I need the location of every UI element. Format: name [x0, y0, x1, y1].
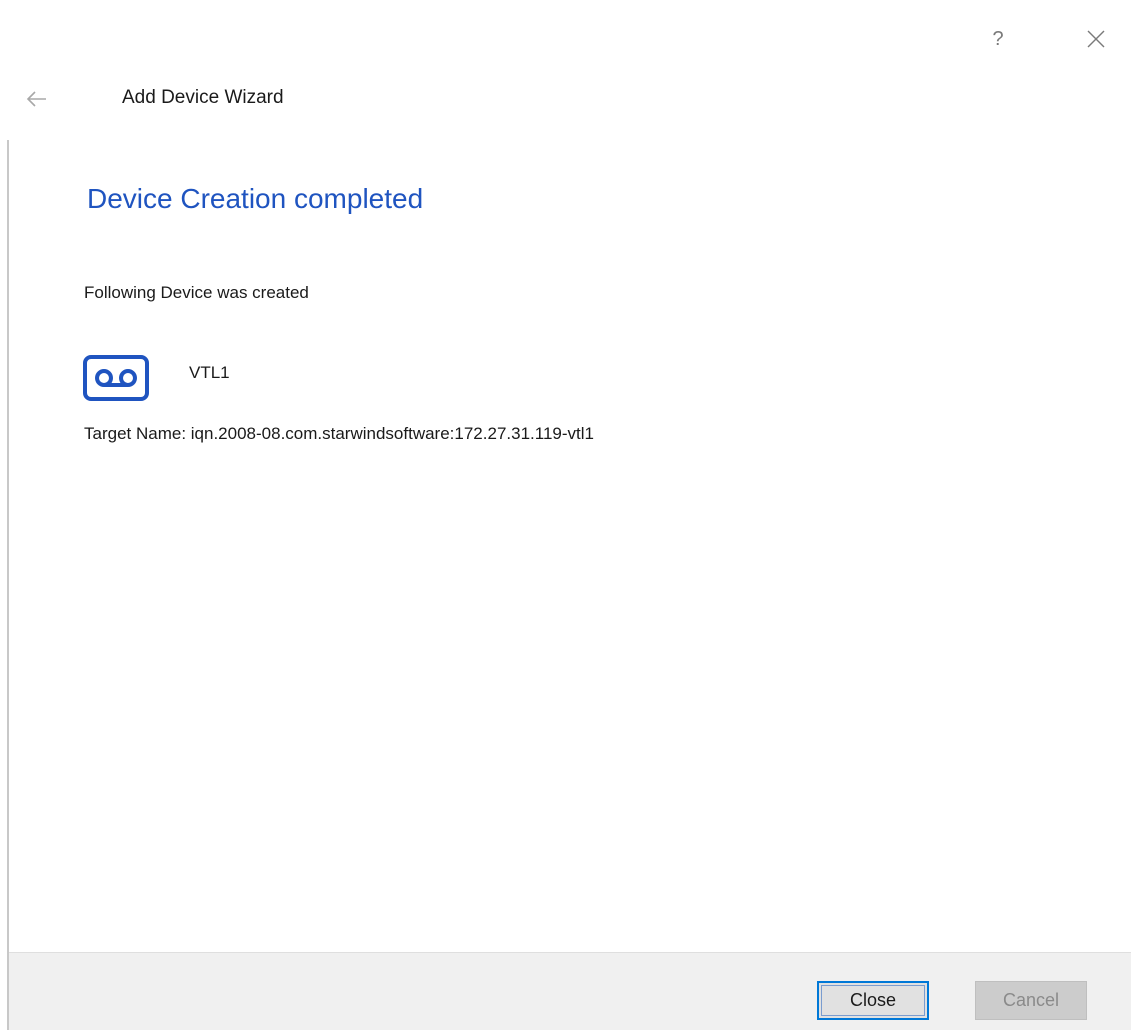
- window-left-edge: [7, 140, 9, 1030]
- cancel-button[interactable]: Cancel: [975, 981, 1087, 1020]
- help-icon: ?: [992, 27, 1004, 50]
- close-button[interactable]: Close: [817, 981, 929, 1020]
- window-close-button[interactable]: [1076, 22, 1116, 56]
- back-arrow-icon: [26, 91, 46, 107]
- target-name-text: Target Name: iqn.2008-08.com.starwindsof…: [84, 424, 594, 443]
- tape-cassette-icon: [83, 355, 149, 401]
- close-icon: [1087, 30, 1105, 48]
- add-device-wizard-window: ? Add Device Wizard Device Creation comp…: [0, 0, 1131, 1030]
- device-name: VTL1: [189, 363, 230, 382]
- page-heading: Device Creation completed: [87, 183, 424, 214]
- wizard-footer: Close Cancel: [9, 952, 1131, 1030]
- wizard-title: Add Device Wizard: [122, 87, 284, 108]
- back-button[interactable]: [20, 84, 54, 114]
- help-button[interactable]: ?: [978, 22, 1018, 56]
- intro-text: Following Device was created: [84, 283, 309, 302]
